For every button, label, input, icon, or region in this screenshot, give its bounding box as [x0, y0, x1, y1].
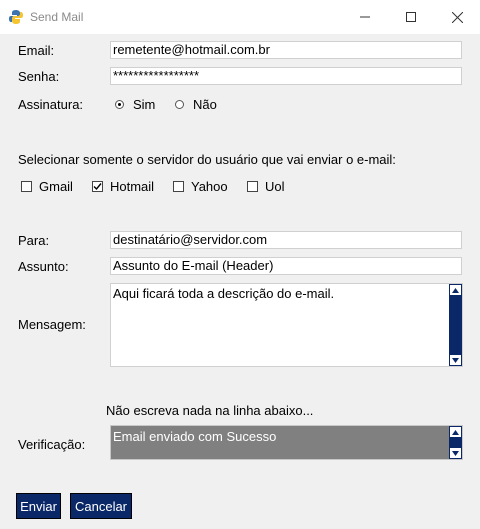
minimize-icon — [360, 16, 370, 18]
arrow-down-icon — [452, 357, 459, 363]
para-label: Para: — [18, 233, 50, 248]
verification-scrollbar[interactable] — [449, 426, 462, 459]
email-field[interactable]: remetente@hotmail.com.br — [110, 41, 462, 59]
checkbox-yahoo[interactable] — [173, 181, 184, 192]
scroll-down-button[interactable] — [450, 355, 461, 365]
checkbox-uol-label: Uol — [265, 179, 285, 194]
password-field[interactable]: ***************** — [110, 67, 462, 85]
radio-sim-label: Sim — [133, 97, 156, 112]
checkbox-gmail-label: Gmail — [39, 179, 73, 194]
close-button[interactable] — [434, 0, 480, 34]
scroll-down-button[interactable] — [450, 448, 461, 458]
maximize-button[interactable] — [388, 0, 434, 34]
title-bar: Send Mail — [0, 0, 480, 34]
warning-text: Não escreva nada na linha abaixo... — [106, 403, 314, 418]
checkbox-uol[interactable] — [247, 181, 258, 192]
window-title: Send Mail — [30, 10, 84, 24]
scroll-up-button[interactable] — [450, 285, 461, 295]
minimize-button[interactable] — [342, 0, 388, 34]
message-scrollbar[interactable] — [449, 284, 462, 366]
senha-label: Senha: — [18, 69, 60, 84]
maximize-icon — [406, 12, 416, 22]
python-icon — [9, 10, 23, 24]
radio-nao[interactable] — [175, 100, 184, 109]
checkmark-icon — [93, 183, 102, 191]
arrow-up-icon — [452, 429, 459, 435]
server-prompt: Selecionar somente o servidor do usuário… — [18, 152, 396, 167]
checkbox-hotmail[interactable] — [92, 181, 103, 192]
mensagem-label: Mensagem: — [18, 317, 86, 332]
verificacao-label: Verificação: — [18, 437, 86, 452]
close-icon — [451, 11, 463, 23]
verification-text: Email enviado com Sucesso — [113, 429, 277, 444]
subject-field[interactable]: Assunto do E-mail (Header) — [110, 257, 462, 275]
checkbox-yahoo-label: Yahoo — [191, 179, 228, 194]
send-button[interactable]: Enviar — [16, 493, 61, 519]
checkbox-gmail[interactable] — [21, 181, 32, 192]
assinatura-label: Assinatura: — [18, 97, 84, 112]
checkbox-hotmail-label: Hotmail — [110, 179, 155, 194]
radio-sim[interactable] — [115, 100, 124, 109]
arrow-down-icon — [452, 450, 459, 456]
message-textarea[interactable]: Aqui ficará toda a descrição do e-mail. — [110, 283, 463, 367]
recipient-field[interactable]: destinatário@servidor.com — [110, 231, 462, 249]
email-label: Email: — [18, 43, 55, 58]
verification-output[interactable]: Email enviado com Sucesso — [110, 425, 463, 460]
assunto-label: Assunto: — [18, 259, 69, 274]
arrow-up-icon — [452, 287, 459, 293]
scroll-up-button[interactable] — [450, 427, 461, 437]
cancel-button[interactable]: Cancelar — [70, 493, 132, 519]
radio-nao-label: Não — [193, 97, 217, 112]
message-text: Aqui ficará toda a descrição do e-mail. — [113, 286, 335, 301]
